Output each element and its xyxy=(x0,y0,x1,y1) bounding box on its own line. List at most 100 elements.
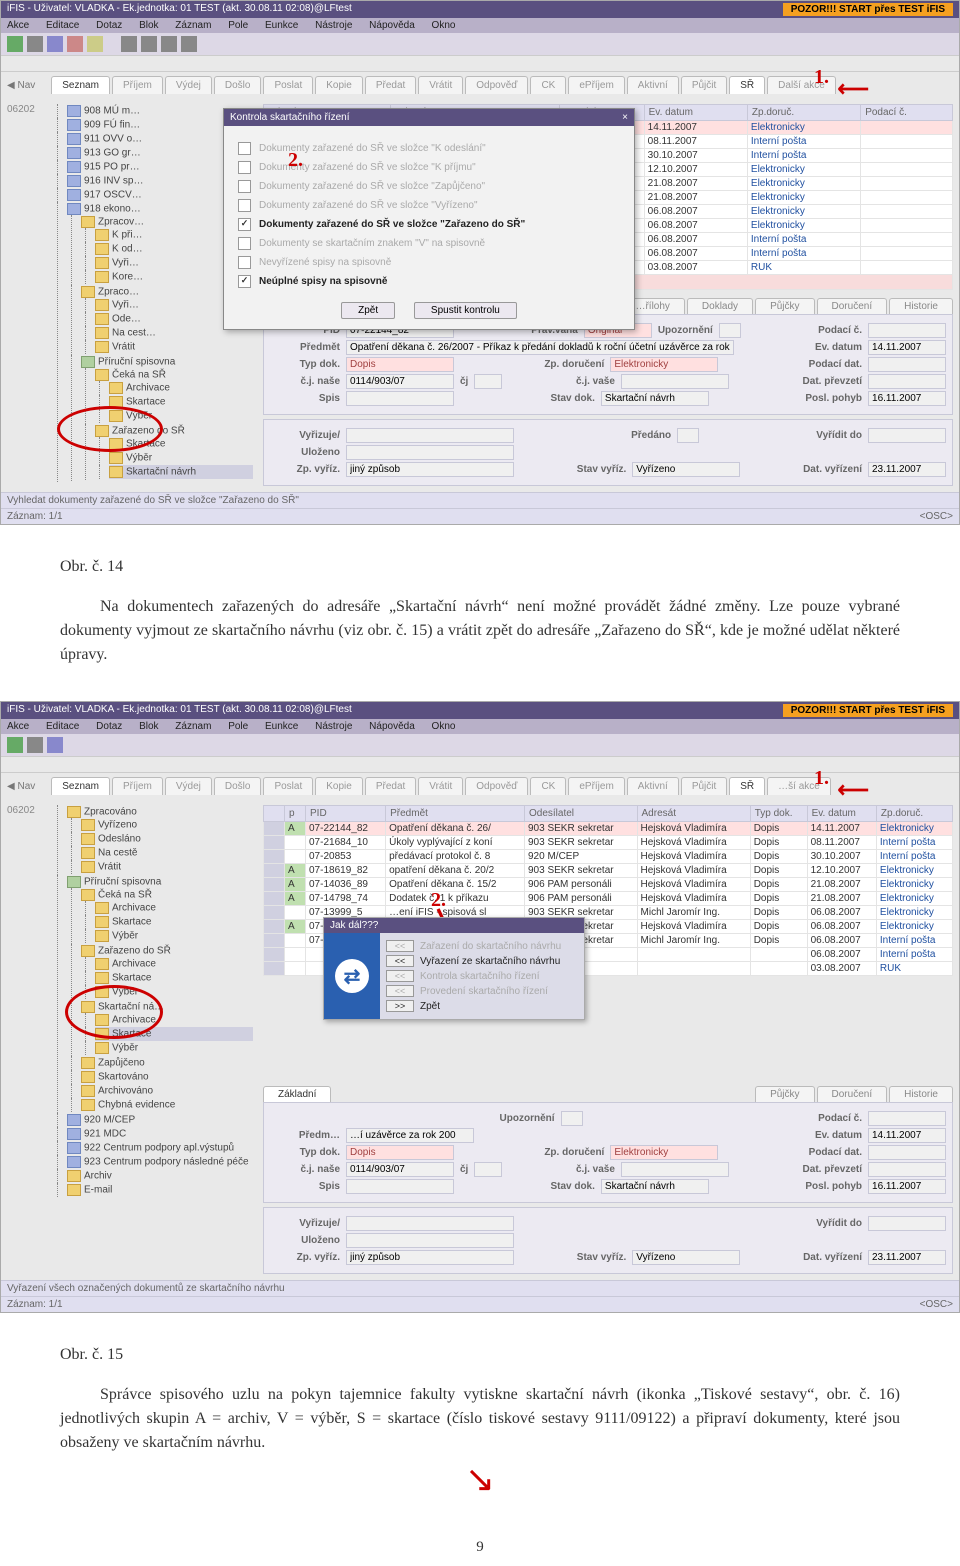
tree-item[interactable]: Skartace xyxy=(95,971,253,985)
nav-back[interactable]: ◀ Nav xyxy=(7,781,35,792)
ftab-doruceni[interactable]: Doručení xyxy=(817,298,888,314)
row-selector[interactable] xyxy=(264,920,285,934)
tree-item[interactable]: Zařazeno do SŘ Archivace Skartace Výběr xyxy=(81,944,253,1000)
tab-ck[interactable]: CK xyxy=(530,777,566,795)
toolbar-icon[interactable] xyxy=(47,737,63,753)
tab-sr[interactable]: SŘ xyxy=(729,777,765,795)
tree-item[interactable]: 921 MDC xyxy=(67,1127,253,1141)
col-zpdoruc[interactable]: Zp.doruč. xyxy=(747,105,860,121)
tree-item[interactable]: Příruční spisovna Čeká na SŘ Archivace S… xyxy=(81,355,253,481)
fld-predano[interactable] xyxy=(677,428,699,443)
fld-predmet[interactable] xyxy=(346,1128,474,1143)
fld-upozorneni[interactable] xyxy=(561,1111,583,1126)
tree-item[interactable]: Zapůjčeno xyxy=(81,1056,253,1070)
tree-item[interactable]: Výběr xyxy=(95,1041,253,1055)
toolbar-icon[interactable] xyxy=(27,737,43,753)
popup-option[interactable]: <<Vyřazení ze skartačního návrhu xyxy=(386,955,578,967)
tab-poslat[interactable]: Poslat xyxy=(263,777,313,795)
dialog-option[interactable]: Dokumenty zařazené do SŘ ve složce "Zapů… xyxy=(238,180,620,193)
fld-podacidat[interactable] xyxy=(868,357,946,372)
tree-item[interactable]: Archivace xyxy=(95,901,253,915)
fld-vyriditdo[interactable] xyxy=(868,428,946,443)
toolbar-icon[interactable] xyxy=(7,36,23,52)
tree-item[interactable]: Skartováno xyxy=(81,1070,253,1084)
col-typdok[interactable]: Typ dok. xyxy=(750,806,807,822)
tree-item[interactable]: Čeká na SŘ Archivace Skartace Výběr xyxy=(81,888,253,944)
tab-vydej[interactable]: Výdej xyxy=(165,76,212,94)
run-button[interactable]: Spustit kontrolu xyxy=(414,302,517,319)
tree-item[interactable]: Skartační návrh xyxy=(109,465,253,479)
col-zpdoruc[interactable]: Zp.doruč. xyxy=(876,806,952,822)
ftab-pujcky[interactable]: Půjčky xyxy=(755,298,814,314)
fld-datprev[interactable] xyxy=(868,1162,946,1177)
popup-option-button[interactable]: << xyxy=(386,955,414,967)
checkbox-icon[interactable] xyxy=(238,161,251,174)
ftab-historie[interactable]: Historie xyxy=(889,1086,953,1102)
tree-item[interactable]: Výběr xyxy=(95,929,253,943)
tree-item[interactable]: Skartace xyxy=(109,395,253,409)
table-row[interactable]: A07-14798_74Dodatek č. 1 k příkazu906 PA… xyxy=(264,892,953,906)
fld-zpdoruc[interactable] xyxy=(610,357,718,372)
tab-odpoved[interactable]: Odpověď xyxy=(465,76,528,94)
tab-sr[interactable]: SŘ xyxy=(729,76,765,94)
toolbar-icon[interactable] xyxy=(7,737,23,753)
popup-option-button[interactable]: >> xyxy=(386,1000,414,1012)
row-selector[interactable] xyxy=(264,934,285,948)
row-selector[interactable] xyxy=(264,878,285,892)
menu-blok[interactable]: Blok xyxy=(139,20,158,31)
tree-item[interactable]: Archivace xyxy=(95,1013,253,1027)
tab-aktivni[interactable]: Aktivní xyxy=(627,777,679,795)
back-button[interactable]: Zpět xyxy=(341,302,395,319)
tree-item[interactable]: Výběr xyxy=(109,409,253,423)
toolbar-icon[interactable] xyxy=(161,36,177,52)
menu-editace[interactable]: Editace xyxy=(46,721,79,732)
tree-item[interactable]: Skartace xyxy=(109,437,253,451)
col-pid[interactable]: PID xyxy=(306,806,386,822)
toolbar-icon[interactable] xyxy=(27,36,43,52)
menu-editace[interactable]: Editace xyxy=(46,20,79,31)
dialog-option[interactable]: Dokumenty se skartačním znakem "V" na sp… xyxy=(238,237,620,250)
fld-zpvyriz[interactable] xyxy=(346,1250,514,1265)
nav-back[interactable]: ◀ Nav xyxy=(7,80,35,91)
fld-evdatum[interactable] xyxy=(868,340,946,355)
fld-cjvase[interactable] xyxy=(621,1162,729,1177)
fld-upozorneni[interactable] xyxy=(719,323,741,338)
tree-item[interactable]: Archiv xyxy=(67,1169,253,1183)
fld-predmet[interactable] xyxy=(346,340,734,355)
tree-item[interactable]: Příruční spisovna Čeká na SŘ Archivace S… xyxy=(67,875,253,1113)
row-selector[interactable] xyxy=(264,864,285,878)
menu-napoveda[interactable]: Nápověda xyxy=(369,721,415,732)
toolbar-icon[interactable] xyxy=(67,36,83,52)
table-row[interactable]: 07-21684_10Úkoly vyplývající z koní903 S… xyxy=(264,836,953,850)
tab-pujcit[interactable]: Půjčit xyxy=(681,777,727,795)
fld-spis[interactable] xyxy=(346,1179,454,1194)
fld-typdok[interactable] xyxy=(346,1145,454,1160)
fld-podacidat[interactable] xyxy=(868,1145,946,1160)
tree-item[interactable]: Zařazeno do SŘ Skartace Výběr Skartační … xyxy=(95,424,253,480)
col-predmet[interactable]: Předmět xyxy=(386,806,525,822)
tree-item[interactable]: Vrátit xyxy=(81,860,253,874)
table-row[interactable]: A07-22144_82Opatření děkana č. 26/903 SE… xyxy=(264,822,953,836)
tree-item[interactable]: 920 M/CEP xyxy=(67,1113,253,1127)
checkbox-icon[interactable] xyxy=(238,142,251,155)
tree-item[interactable]: Čeká na SŘ Archivace Skartace Výběr xyxy=(95,368,253,424)
tree-item[interactable]: Chybná evidence xyxy=(81,1098,253,1112)
tree-item[interactable]: Skartace xyxy=(95,1027,253,1041)
tab-doslo[interactable]: Došlo xyxy=(214,76,262,94)
checkbox-icon[interactable] xyxy=(238,180,251,193)
toolbar-icon[interactable] xyxy=(47,36,63,52)
row-selector[interactable] xyxy=(264,948,285,962)
fld-postpohyb[interactable] xyxy=(868,391,946,406)
tab-prijem[interactable]: Příjem xyxy=(112,777,163,795)
tab-predat[interactable]: Předat xyxy=(365,76,416,94)
col-evdatum[interactable]: Ev. datum xyxy=(807,806,876,822)
fld-vyrizuje[interactable] xyxy=(346,1216,514,1231)
checkbox-icon[interactable] xyxy=(238,237,251,250)
fld-spis[interactable] xyxy=(346,391,454,406)
menu-napoveda[interactable]: Nápověda xyxy=(369,20,415,31)
tab-predat[interactable]: Předat xyxy=(365,777,416,795)
row-selector[interactable] xyxy=(264,906,285,920)
tree-item[interactable]: Archivace xyxy=(109,381,253,395)
tree-item[interactable]: Na cestě xyxy=(81,846,253,860)
fld-datvyriz[interactable] xyxy=(868,462,946,477)
